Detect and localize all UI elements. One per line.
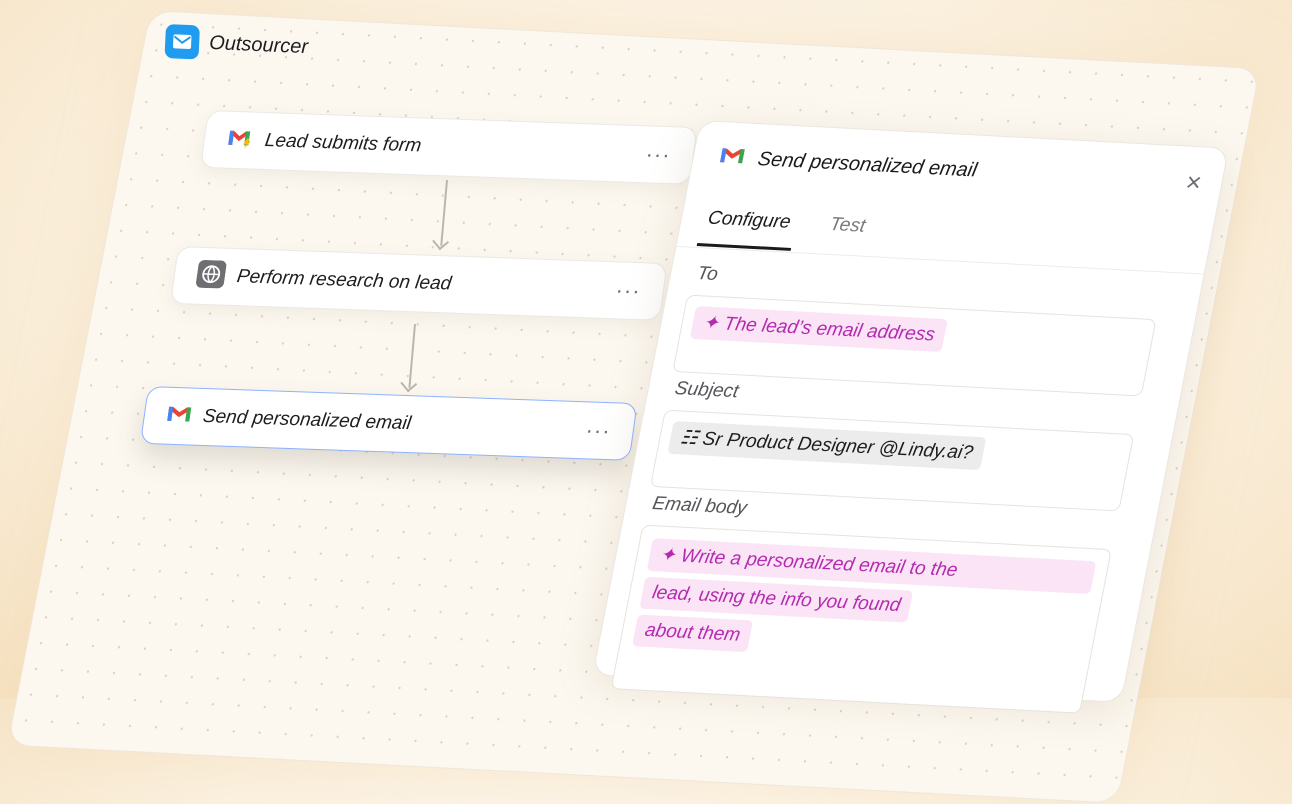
node-label: Lead submits form bbox=[263, 130, 423, 157]
config-panel: Send personalized email × Configure Test… bbox=[592, 120, 1230, 714]
tab-configure[interactable]: Configure bbox=[706, 208, 792, 234]
workflow-stage: Outsourcer Lead submits form ··· Perform… bbox=[0, 0, 1292, 804]
panel-title: Send personalized email bbox=[755, 148, 979, 182]
globe-icon bbox=[195, 259, 228, 293]
tab-test[interactable]: Test bbox=[828, 214, 867, 238]
ai-prompt-chip[interactable]: about them bbox=[632, 614, 754, 653]
body-line: Write a personalized email to the bbox=[678, 545, 960, 581]
gmail-icon bbox=[165, 404, 192, 428]
ai-prompt-chip[interactable]: lead, using the info you found bbox=[639, 576, 914, 623]
variable-chip[interactable]: ☷ Sr Product Designer @Lindy.ai? bbox=[667, 421, 986, 471]
node-menu-button[interactable]: ··· bbox=[584, 417, 612, 444]
to-value: The lead’s email address bbox=[722, 313, 937, 346]
sparkle-icon: ✦ bbox=[657, 544, 678, 567]
email-body-field[interactable]: ✦ Write a personalized email to the lead… bbox=[610, 524, 1112, 714]
node-label: Perform research on lead bbox=[235, 266, 453, 295]
body-line: about them bbox=[643, 619, 743, 646]
subject-value: Sr Product Designer @Lindy.ai? bbox=[700, 428, 975, 464]
node-label: Send personalized email bbox=[201, 405, 413, 435]
sparkle-icon: ✦ bbox=[700, 312, 721, 335]
gmail-bolt-icon bbox=[225, 126, 255, 154]
close-icon[interactable]: × bbox=[1183, 167, 1204, 199]
to-label: To bbox=[695, 263, 720, 286]
to-field[interactable]: ✦ The lead’s email address bbox=[672, 294, 1157, 397]
list-icon: ☷ bbox=[678, 427, 700, 450]
app-header: Outsourcer bbox=[164, 24, 309, 64]
subject-label: Subject bbox=[673, 378, 741, 403]
body-line: lead, using the info you found bbox=[650, 582, 903, 617]
node-menu-button[interactable]: ··· bbox=[644, 141, 672, 168]
app-title: Outsourcer bbox=[208, 31, 309, 58]
mail-icon bbox=[164, 24, 200, 60]
panel-tabs: Configure Test bbox=[676, 200, 1213, 275]
body-label: Email body bbox=[650, 493, 749, 519]
node-menu-button[interactable]: ··· bbox=[614, 277, 642, 304]
gmail-icon bbox=[718, 146, 746, 170]
panel-header: Send personalized email × bbox=[717, 142, 1204, 198]
ai-variable-chip[interactable]: ✦ The lead’s email address bbox=[689, 306, 948, 352]
